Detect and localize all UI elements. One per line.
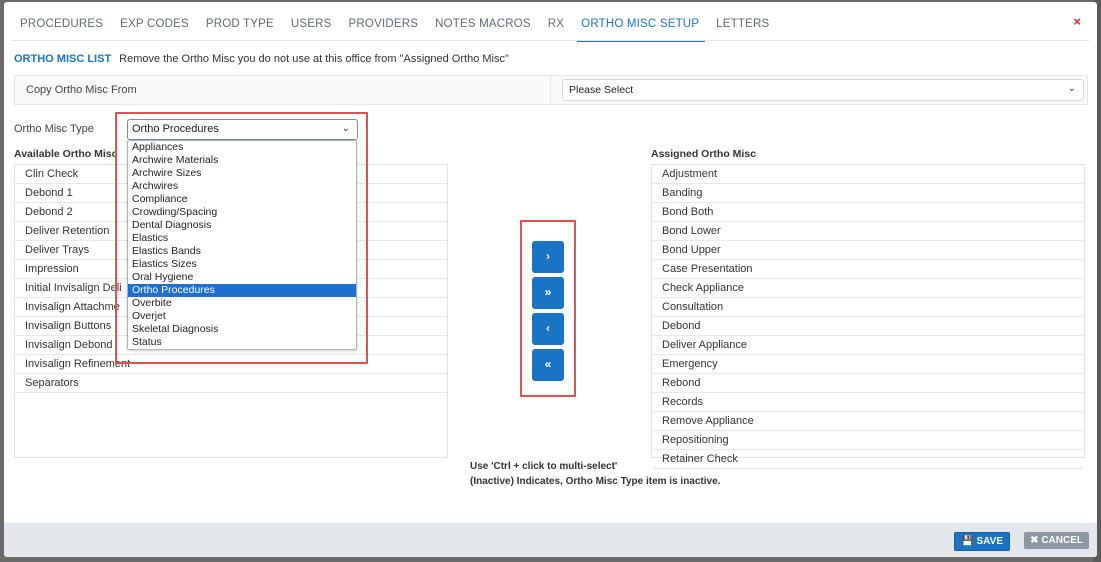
- copy-row: Copy Ortho Misc From Please Select ⌄: [14, 75, 1088, 105]
- assigned-header: Assigned Ortho Misc: [651, 148, 757, 160]
- tab-notes-macros[interactable]: NOTES MACROS: [431, 12, 537, 42]
- assigned-list[interactable]: Adjustment Banding Bond Both Bond Lower …: [651, 164, 1085, 469]
- chevron-down-icon: ⌄: [1067, 83, 1076, 94]
- copy-label: Copy Ortho Misc From: [26, 84, 137, 96]
- list-item[interactable]: Bond Lower: [652, 222, 1084, 241]
- copy-divider: [550, 76, 551, 104]
- list-item[interactable]: Check Appliance: [652, 279, 1084, 298]
- tab-procedures[interactable]: PROCEDURES: [16, 12, 109, 42]
- cancel-button[interactable]: ✖ CANCEL: [1024, 532, 1089, 549]
- tab-ortho-misc-setup[interactable]: ORTHO MISC SETUP: [577, 12, 706, 42]
- list-item[interactable]: Rebond: [652, 374, 1084, 393]
- close-icon[interactable]: ×: [1073, 14, 1081, 29]
- setup-modal: PROCEDURES EXP CODES PROD TYPE USERS PRO…: [4, 2, 1097, 557]
- tab-rx[interactable]: RX: [544, 12, 570, 42]
- list-item[interactable]: Adjustment: [652, 165, 1084, 184]
- list-item[interactable]: Emergency: [652, 355, 1084, 374]
- list-item[interactable]: Bond Both: [652, 203, 1084, 222]
- list-description: Remove the Ortho Misc you do not use at …: [119, 53, 509, 65]
- save-icon: 💾: [961, 536, 977, 547]
- list-item[interactable]: Records: [652, 393, 1084, 412]
- copy-from-value: Please Select: [569, 84, 634, 96]
- tab-users[interactable]: USERS: [287, 12, 338, 42]
- highlight-box-buttons: [520, 220, 576, 397]
- tab-exp-codes[interactable]: EXP CODES: [116, 12, 195, 42]
- save-button[interactable]: 💾 SAVE: [954, 532, 1010, 551]
- tab-prod-type[interactable]: PROD TYPE: [202, 12, 280, 42]
- list-item[interactable]: Consultation: [652, 298, 1084, 317]
- list-item[interactable]: Banding: [652, 184, 1084, 203]
- list-item[interactable]: Separators: [15, 374, 447, 393]
- inactive-note: (Inactive) Indicates, Ortho Misc Type it…: [470, 476, 721, 487]
- available-header: Available Ortho Misc: [14, 148, 118, 160]
- cancel-label: CANCEL: [1041, 535, 1083, 546]
- type-label: Ortho Misc Type: [14, 123, 94, 135]
- tab-bar: PROCEDURES EXP CODES PROD TYPE USERS PRO…: [16, 12, 782, 42]
- highlight-box-dropdown: [115, 112, 368, 364]
- list-item[interactable]: Repositioning: [652, 431, 1084, 450]
- list-item[interactable]: Remove Appliance: [652, 412, 1084, 431]
- list-item[interactable]: Case Presentation: [652, 260, 1084, 279]
- tab-letters[interactable]: LETTERS: [712, 12, 775, 42]
- list-item[interactable]: Debond: [652, 317, 1084, 336]
- save-label: SAVE: [976, 536, 1004, 547]
- copy-from-select[interactable]: Please Select ⌄: [562, 79, 1084, 101]
- multi-select-note: Use 'Ctrl + click to multi-select': [470, 461, 618, 472]
- list-item[interactable]: Deliver Appliance: [652, 336, 1084, 355]
- close-icon: ✖: [1030, 535, 1042, 546]
- list-item[interactable]: Retainer Check: [652, 450, 1084, 469]
- footer-bar: 💾 SAVE ✖ CANCEL: [4, 523, 1097, 557]
- tab-divider: [12, 40, 1089, 41]
- list-item[interactable]: Bond Upper: [652, 241, 1084, 260]
- list-title: ORTHO MISC LIST: [14, 53, 112, 65]
- list-header: ORTHO MISC LIST Remove the Ortho Misc you…: [14, 53, 509, 65]
- tab-providers[interactable]: PROVIDERS: [345, 12, 425, 42]
